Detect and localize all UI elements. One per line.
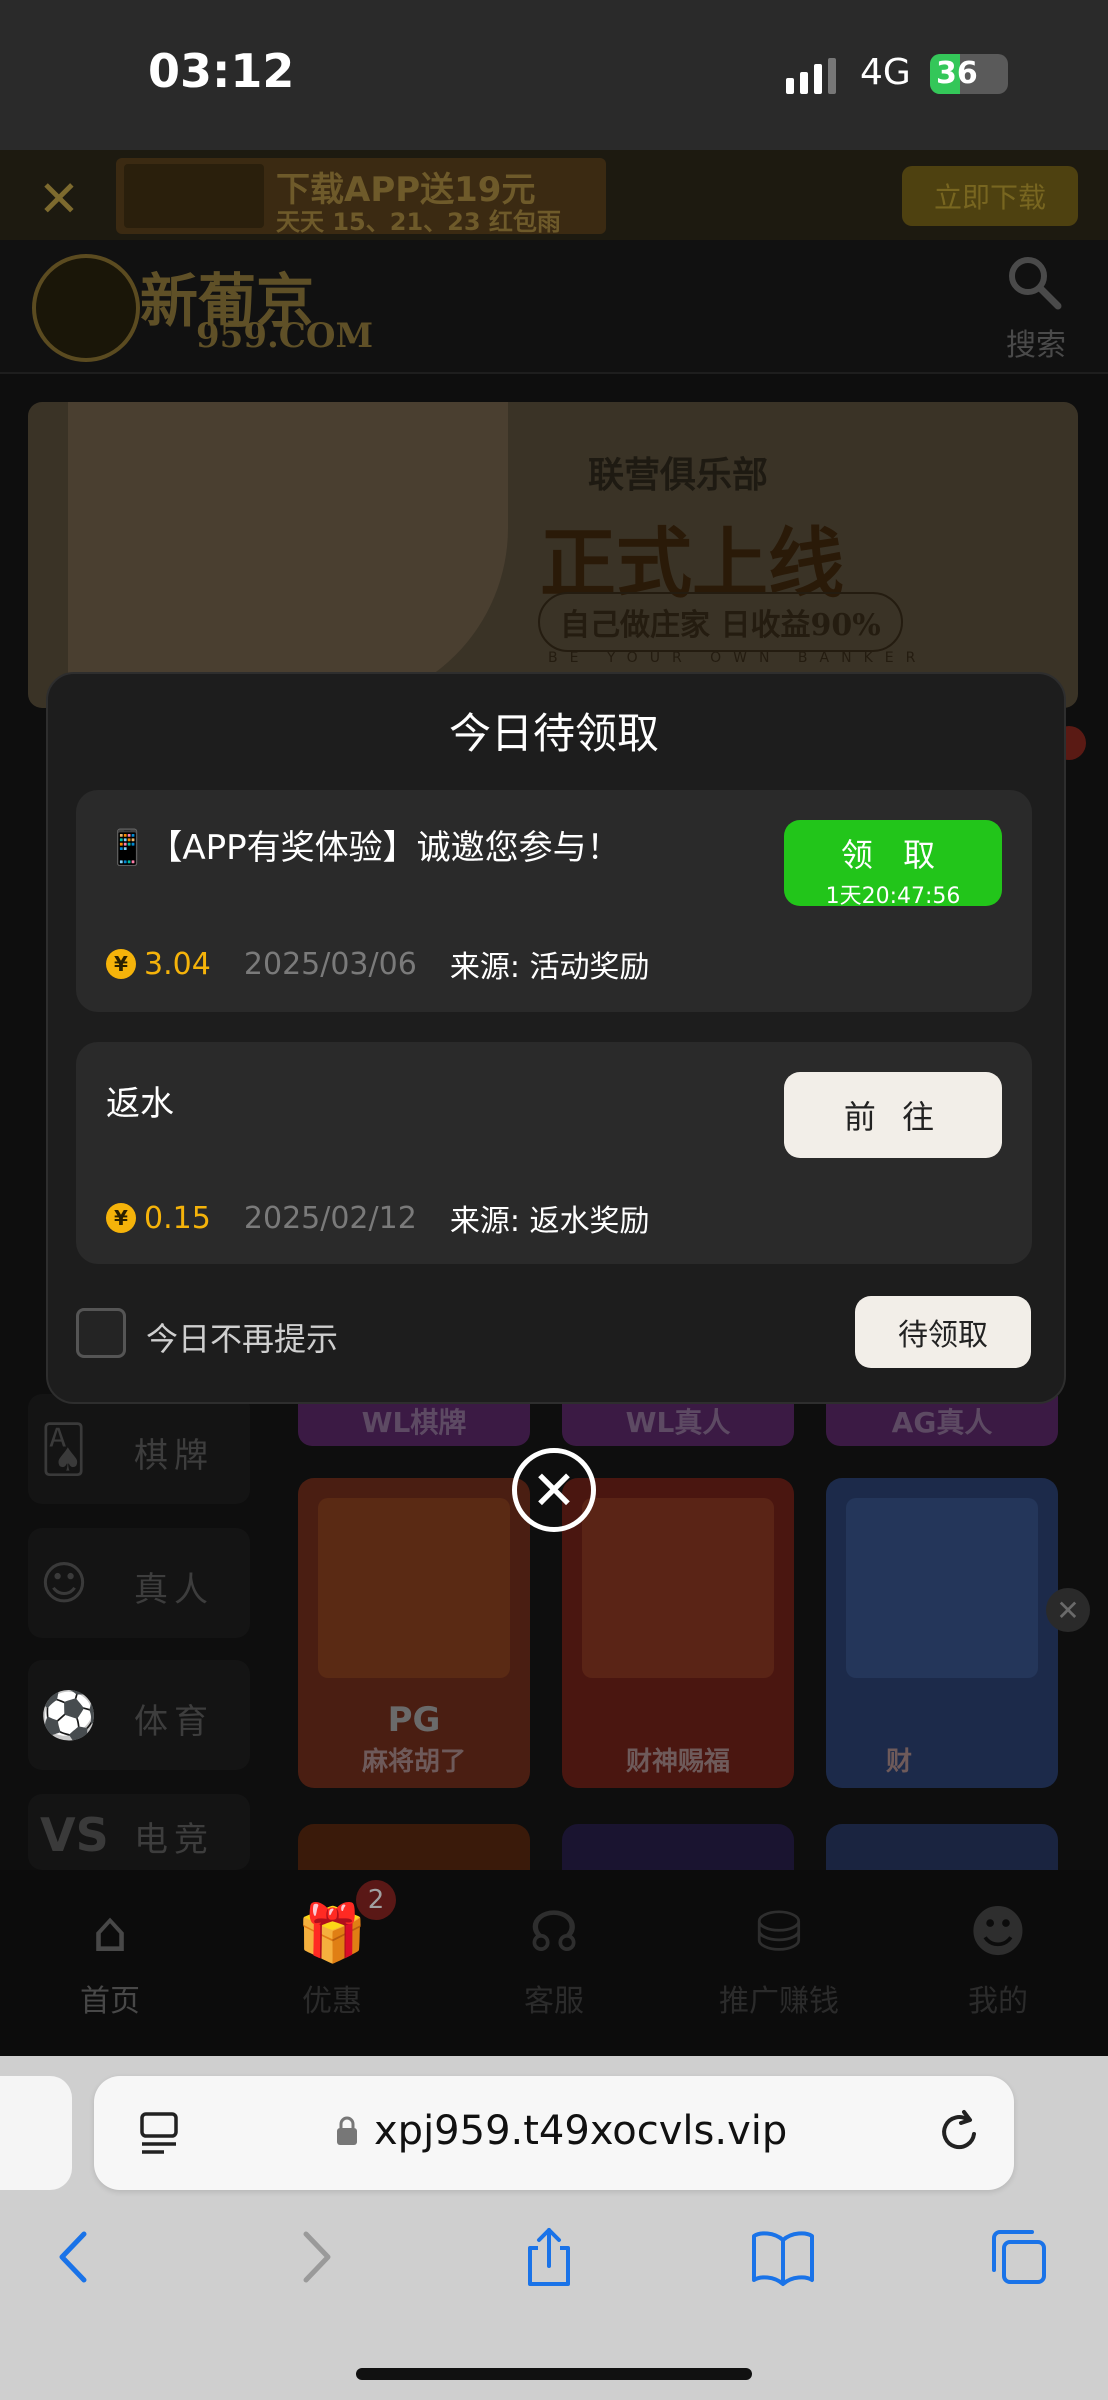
game-tile[interactable] [562,1824,794,1870]
download-now-button[interactable]: 立即下载 [902,166,1078,226]
category-label: 棋牌 [134,1436,214,1476]
dont-show-today-checkbox[interactable] [76,1308,126,1358]
game-name: 麻将胡了 [361,1747,466,1777]
reward-amount: 3.04 [144,946,211,982]
game-name: 财 [886,1747,913,1777]
category-label: 体育 [134,1702,214,1742]
search-label[interactable]: 搜索 [1006,320,1066,364]
promo-count-badge: 2 [356,1880,396,1920]
pending-rewards-button[interactable]: 待领取 [855,1296,1031,1368]
reward-date: 2025/03/06 [243,946,417,982]
reward-meta: ¥0.15 2025/02/12 来源: 返水奖励 [106,1196,650,1240]
coin-icon: ¥ [106,949,136,979]
reward-meta: ¥3.04 2025/03/06 来源: 活动奖励 [106,942,650,986]
category-chess[interactable]: 🂡 棋牌 [28,1394,250,1504]
reload-icon[interactable] [934,2106,984,2158]
reward-date: 2025/02/12 [243,1200,417,1236]
status-time: 03:12 [148,44,295,98]
game-art [582,1498,774,1678]
dealer-icon: ☺ [40,1556,88,1610]
tab-label: 首页 [80,1984,140,2019]
tab-support[interactable]: ☊ 客服 [474,1900,634,2030]
rewards-modal [46,672,1066,1404]
banner-line3: 自己做庄家 日收益90% [538,592,903,652]
game-art [318,1498,510,1678]
go-button[interactable]: 前 往 [784,1072,1002,1158]
tabs-icon[interactable] [984,2226,1054,2288]
claim-countdown: 1天20:47:56 [825,884,961,909]
ad-subline: 天天 15、21、23 红包雨 [276,208,561,236]
home-icon: ⌂ [92,1900,128,1965]
category-esports[interactable]: VS 电竞 [28,1794,250,1870]
tab-label: 推广赚钱 [719,1984,839,2019]
share-coins-icon: ⛁ [755,1900,803,1965]
game-tile[interactable] [826,1824,1058,1870]
app-logo-icon [124,164,264,228]
claim-label: 领 取 [840,836,946,874]
category-live[interactable]: ☺ 真人 [28,1528,250,1638]
reward-source: 来源: 返水奖励 [449,1204,650,1239]
tab-profile[interactable]: ☻ 我的 [918,1900,1078,2030]
forward-icon[interactable] [280,2226,350,2288]
brand-domain: 959.COM [196,316,374,356]
reward-title: 返水 [106,1084,174,1124]
category-label: 电竞 [134,1820,214,1860]
game-tile[interactable]: 财神赐福 [562,1478,794,1788]
reward-amount: 0.15 [144,1200,211,1236]
brand-logo-icon[interactable] [32,254,140,362]
share-icon[interactable] [514,2226,584,2288]
claim-button[interactable]: 领 取 1天20:47:56 [784,820,1002,909]
category-label: 真人 [134,1570,214,1610]
category-sports[interactable]: ⚽ 体育 [28,1660,250,1770]
tab-label: 客服 [524,1984,584,2019]
reward-title: 📱【APP有奖体验】诚邀您参与！ [106,828,621,868]
previous-tab-preview[interactable] [0,2076,72,2190]
close-modal-icon[interactable]: ✕ [512,1448,596,1532]
download-app-ad[interactable]: 下载APP送19元 天天 15、21、23 红包雨 [116,158,606,236]
back-icon[interactable] [40,2226,110,2288]
tab-promotions[interactable]: 🎁 优惠 [252,1900,412,2030]
game-tile[interactable]: PG 麻将胡了 [298,1478,530,1788]
promo-banner[interactable]: 联营俱乐部 正式上线 自己做庄家 日收益90% BE YOUR OWN BANK… [28,402,1078,708]
modal-title: 今日待领取 [448,709,659,758]
home-indicator [356,2368,752,2380]
versus-icon: VS [40,1808,109,1862]
game-art [846,1498,1038,1678]
close-banner-icon[interactable]: ✕ [38,170,80,228]
cards-icon: 🂡 [40,1422,88,1476]
cellular-signal-icon [786,58,836,94]
banner-line1: 联营俱乐部 [588,454,769,496]
user-icon: ☻ [968,1900,1028,1965]
tab-referral[interactable]: ⛁ 推广赚钱 [694,1900,864,2030]
tab-label: 我的 [968,1984,1028,2019]
game-provider: PG [387,1700,441,1740]
reward-source: 来源: 活动奖励 [449,950,650,985]
game-tile[interactable]: 财 [826,1478,1058,1788]
search-icon[interactable] [1006,254,1062,310]
network-type: 4G [860,52,911,93]
headset-icon: ☊ [529,1900,579,1965]
tab-home[interactable]: ⌂ 首页 [30,1900,190,2030]
url-text[interactable]: xpj959.t49xocvls.vip [374,2108,787,2154]
battery-level: 36 [936,56,978,91]
dont-show-today-label[interactable]: 今日不再提示 [146,1314,338,1360]
battery-icon: 36 [930,54,1008,94]
banner-line4: BE YOUR OWN BANKER [548,650,928,666]
lock-icon [337,2116,357,2145]
game-tile[interactable] [298,1824,530,1870]
page-menu-icon[interactable] [138,2110,180,2156]
banner-image [68,402,508,708]
bookmarks-icon[interactable] [748,2226,818,2288]
coin-icon: ¥ [106,1203,136,1233]
close-float-icon[interactable]: ✕ [1046,1588,1090,1632]
tab-label: 优惠 [302,1984,362,2019]
soccer-icon: ⚽ [40,1688,98,1742]
game-name: 财神赐福 [625,1747,730,1777]
